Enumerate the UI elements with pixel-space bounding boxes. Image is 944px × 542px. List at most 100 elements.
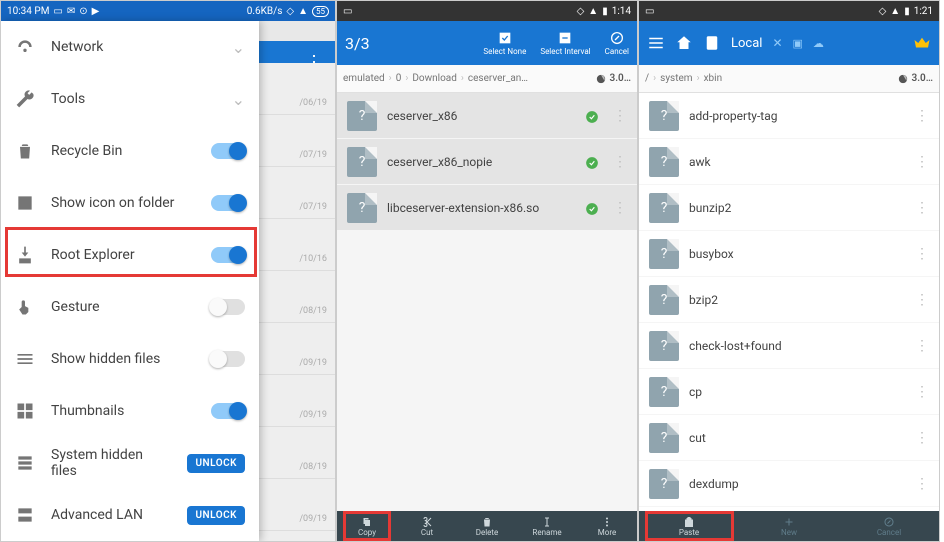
unlock-button[interactable]: UNLOCK bbox=[187, 506, 245, 525]
header-action-cancel[interactable]: Cancel bbox=[605, 30, 629, 56]
drawer-item-tools[interactable]: Tools⌄ bbox=[1, 73, 259, 125]
file-row[interactable]: ?awk⋮ bbox=[639, 139, 939, 185]
toggle-switch[interactable] bbox=[211, 351, 245, 367]
file-name: bzip2 bbox=[689, 293, 901, 307]
screen-settings: 10:34 PM ▭ ✉ ⊙ ▶ 0.6KB/s ◇ ▲ 55 ⋮ 86% /0… bbox=[0, 0, 336, 542]
chevron-right-icon: › bbox=[697, 73, 700, 84]
header-action-select-interval[interactable]: Select Interval bbox=[540, 30, 590, 56]
drawer-item-root-explorer[interactable]: Root Explorer bbox=[1, 229, 259, 281]
file-more-icon[interactable]: ⋮ bbox=[613, 154, 627, 170]
file-more-icon[interactable]: ⋮ bbox=[613, 200, 627, 216]
file-more-icon[interactable]: ⋮ bbox=[915, 154, 929, 170]
drawer-item-sublabel: files bbox=[51, 463, 171, 479]
hidden-icon bbox=[15, 349, 35, 369]
home-icon[interactable] bbox=[675, 34, 693, 52]
breadcrumb[interactable]: emulated›0›Download›ceserver_an…3.0… bbox=[337, 65, 637, 93]
file-row[interactable]: ? libceserver-extension-x86.so ⋮ bbox=[337, 185, 637, 231]
drawer-item-network[interactable]: Network⌄ bbox=[1, 21, 259, 73]
header-action-select-none[interactable]: Select None bbox=[483, 30, 526, 56]
drawer-item-label: Root Explorer bbox=[51, 247, 195, 263]
toggle-switch[interactable] bbox=[211, 403, 245, 419]
action-copy[interactable]: Copy bbox=[337, 511, 397, 541]
file-row[interactable]: ?ceserver_x86⋮ bbox=[337, 93, 637, 139]
file-row[interactable]: ?add-property-tag⋮ bbox=[639, 93, 939, 139]
toggle-switch[interactable] bbox=[211, 195, 245, 211]
selection-header: 3/3 Select NoneSelect IntervalCancel bbox=[337, 21, 637, 65]
file-row[interactable]: ?dexdump⋮ bbox=[639, 461, 939, 507]
trash-icon bbox=[15, 141, 35, 161]
chevron-right-icon: › bbox=[389, 73, 392, 84]
lan-icon bbox=[15, 505, 35, 525]
file-more-icon[interactable]: ⋮ bbox=[915, 338, 929, 354]
breadcrumb-segment[interactable]: / bbox=[645, 73, 649, 84]
window-icon[interactable]: ▣ bbox=[793, 37, 803, 50]
breadcrumb-segment[interactable]: xbin bbox=[704, 73, 723, 84]
toggle-switch[interactable] bbox=[211, 143, 245, 159]
action-cut[interactable]: Cut bbox=[397, 511, 457, 541]
toggle-switch[interactable] bbox=[211, 299, 245, 315]
file-more-icon[interactable]: ⋮ bbox=[915, 476, 929, 492]
file-name: check-lost+found bbox=[689, 339, 901, 353]
unlock-button[interactable]: UNLOCK bbox=[187, 454, 245, 473]
file-row[interactable]: ?check-lost+found⋮ bbox=[639, 323, 939, 369]
file-more-icon[interactable]: ⋮ bbox=[915, 292, 929, 308]
action-rename[interactable]: Rename bbox=[517, 511, 577, 541]
drawer-item-recycle-bin[interactable]: Recycle Bin bbox=[1, 125, 259, 177]
action-delete[interactable]: Delete bbox=[457, 511, 517, 541]
drawer-item-advanced-lan[interactable]: Advanced LAN UNLOCK bbox=[1, 489, 259, 541]
drawer-item-label: Gesture bbox=[51, 299, 195, 315]
background-row: /09/19 bbox=[257, 323, 335, 375]
file-row[interactable]: ?bzip2⋮ bbox=[639, 277, 939, 323]
file-more-icon[interactable]: ⋮ bbox=[915, 430, 929, 446]
file-more-icon[interactable]: ⋮ bbox=[915, 384, 929, 400]
file-row[interactable]: ?ceserver_x86_nopie⋮ bbox=[337, 139, 637, 185]
background-row: /07/19 bbox=[257, 115, 335, 167]
file-icon: ? bbox=[649, 239, 679, 269]
breadcrumb[interactable]: /›system›xbin3.0… bbox=[639, 65, 939, 93]
browser-header: Local ✕ ▣ ☁ bbox=[639, 21, 939, 65]
status-time: 1:21 bbox=[914, 6, 933, 17]
file-more-icon[interactable]: ⋮ bbox=[915, 200, 929, 216]
signal-icon: ▲ bbox=[298, 6, 308, 17]
action-more[interactable]: More bbox=[577, 511, 637, 541]
file-icon: ? bbox=[649, 193, 679, 223]
action-paste[interactable]: Paste bbox=[639, 511, 739, 541]
status-time: 1:14 bbox=[612, 6, 631, 17]
breadcrumb-segment[interactable]: ceserver_an… bbox=[468, 73, 528, 84]
menu-icon[interactable] bbox=[647, 34, 665, 52]
file-row[interactable]: ?cut⋮ bbox=[639, 415, 939, 461]
file-icon: ? bbox=[649, 423, 679, 453]
close-icon[interactable]: ✕ bbox=[772, 36, 782, 50]
toggle-switch[interactable] bbox=[211, 247, 245, 263]
drawer-item-show-hidden-files[interactable]: Show hidden files bbox=[1, 333, 259, 385]
background-row: /08/19 bbox=[257, 271, 335, 323]
background-row: /06/19 bbox=[257, 63, 335, 115]
drawer-item-show-icon-on-folder[interactable]: Show icon on folder bbox=[1, 177, 259, 229]
breadcrumb-segment[interactable]: Download bbox=[412, 73, 457, 84]
file-row[interactable]: ?bunzip2⋮ bbox=[639, 185, 939, 231]
background-row: /07/19 bbox=[257, 167, 335, 219]
drawer-item-gesture[interactable]: Gesture bbox=[1, 281, 259, 333]
drawer-item-label: Advanced LAN bbox=[51, 507, 171, 523]
drawer-item-thumbnails[interactable]: Thumbnails bbox=[1, 385, 259, 437]
file-icon: ? bbox=[347, 193, 377, 223]
file-more-icon[interactable]: ⋮ bbox=[915, 108, 929, 124]
location-label[interactable]: Local bbox=[731, 36, 762, 51]
file-row[interactable]: ?cp⋮ bbox=[639, 369, 939, 415]
breadcrumb-segment[interactable]: emulated bbox=[343, 73, 385, 84]
cloud-icon[interactable]: ☁ bbox=[813, 37, 824, 50]
drawer-item-system-hidden[interactable]: System hiddenfilesUNLOCK bbox=[1, 437, 259, 489]
file-more-icon[interactable]: ⋮ bbox=[613, 108, 627, 124]
notif-icon: ✉ bbox=[67, 6, 75, 17]
breadcrumb-segment[interactable]: 0 bbox=[396, 73, 402, 84]
file-row[interactable]: ?busybox⋮ bbox=[639, 231, 939, 277]
selected-check-icon bbox=[585, 109, 599, 123]
file-name: libceserver-extension-x86.so bbox=[387, 201, 575, 215]
crown-icon[interactable] bbox=[913, 34, 931, 52]
file-more-icon[interactable]: ⋮ bbox=[915, 246, 929, 262]
background-row: /08/19 bbox=[257, 427, 335, 479]
breadcrumb-segment[interactable]: system bbox=[660, 73, 692, 84]
chevron-right-icon: › bbox=[461, 73, 464, 84]
storage-indicator: 3.0… bbox=[596, 73, 631, 84]
chevron-down-icon: ⌄ bbox=[232, 38, 245, 57]
